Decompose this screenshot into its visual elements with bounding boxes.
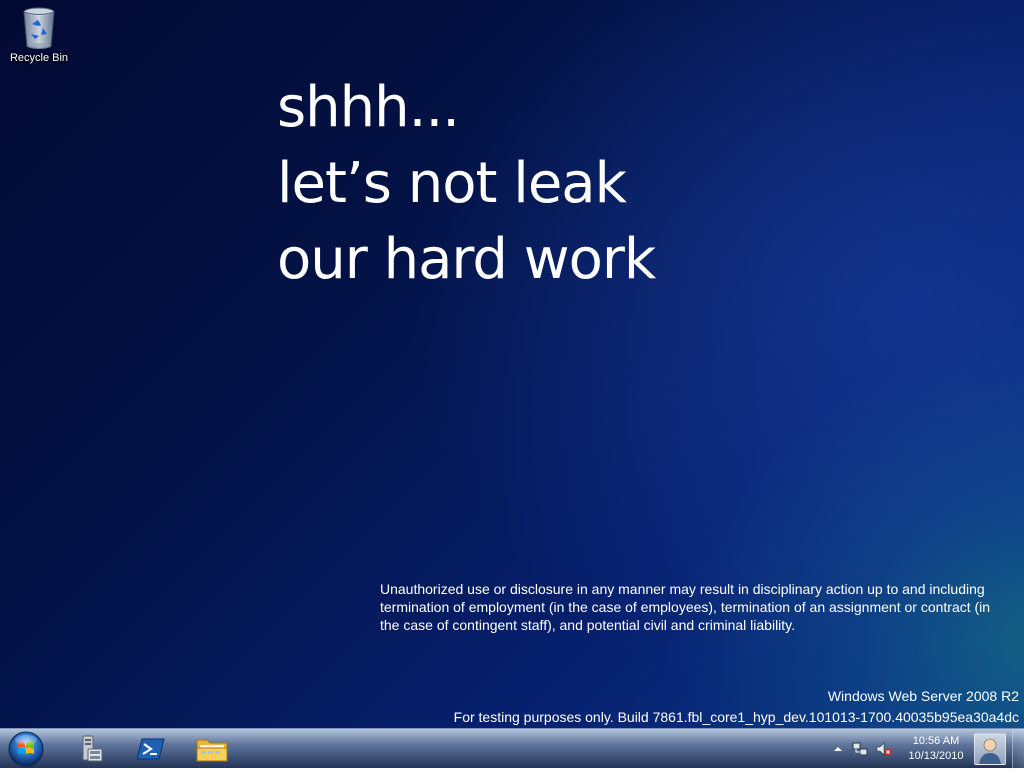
legal-disclaimer: Unauthorized use or disclosure in any ma…: [380, 581, 991, 633]
clock-time: 10:56 AM: [912, 735, 960, 747]
taskbar-server-manager-button[interactable]: [66, 731, 114, 767]
powershell-icon: [136, 738, 165, 760]
recycle-bin-icon: [23, 7, 55, 49]
volume-muted-icon[interactable]: [876, 741, 892, 757]
show-hidden-icons-arrow[interactable]: [830, 741, 846, 757]
headline-line-2: let’s not leak: [277, 151, 627, 216]
taskbar-explorer-button[interactable]: [188, 731, 236, 767]
os-edition-watermark: Windows Web Server 2008 R2: [827, 688, 1019, 704]
headline-line-3: our hard work: [277, 227, 656, 292]
start-button[interactable]: [6, 730, 46, 768]
headline: shhh... let’s not leak our hard work: [277, 70, 656, 298]
user-avatar-button[interactable]: [974, 733, 1006, 765]
user-avatar-icon: [979, 738, 1001, 764]
system-clock[interactable]: 10:56 AM 10/13/2010: [903, 734, 969, 764]
recycle-bin-label: Recycle Bin: [9, 52, 69, 64]
network-icon[interactable]: [852, 741, 868, 757]
taskbar: 10:56 AM 10/13/2010: [0, 728, 1024, 769]
server-manager-icon: [82, 735, 103, 762]
recycle-bin-shortcut[interactable]: Recycle Bin: [4, 6, 74, 76]
headline-line-1: shhh...: [277, 75, 460, 140]
taskbar-powershell-button[interactable]: [127, 731, 175, 767]
windows-orb-icon: [8, 731, 44, 767]
show-desktop-button[interactable]: [1012, 729, 1024, 769]
desktop: Recycle Bin shhh... let’s not leak our h…: [0, 0, 1024, 728]
build-watermark: For testing purposes only. Build 7861.fb…: [453, 709, 1019, 725]
folder-icon: [196, 739, 228, 762]
clock-date: 10/13/2010: [908, 750, 964, 762]
